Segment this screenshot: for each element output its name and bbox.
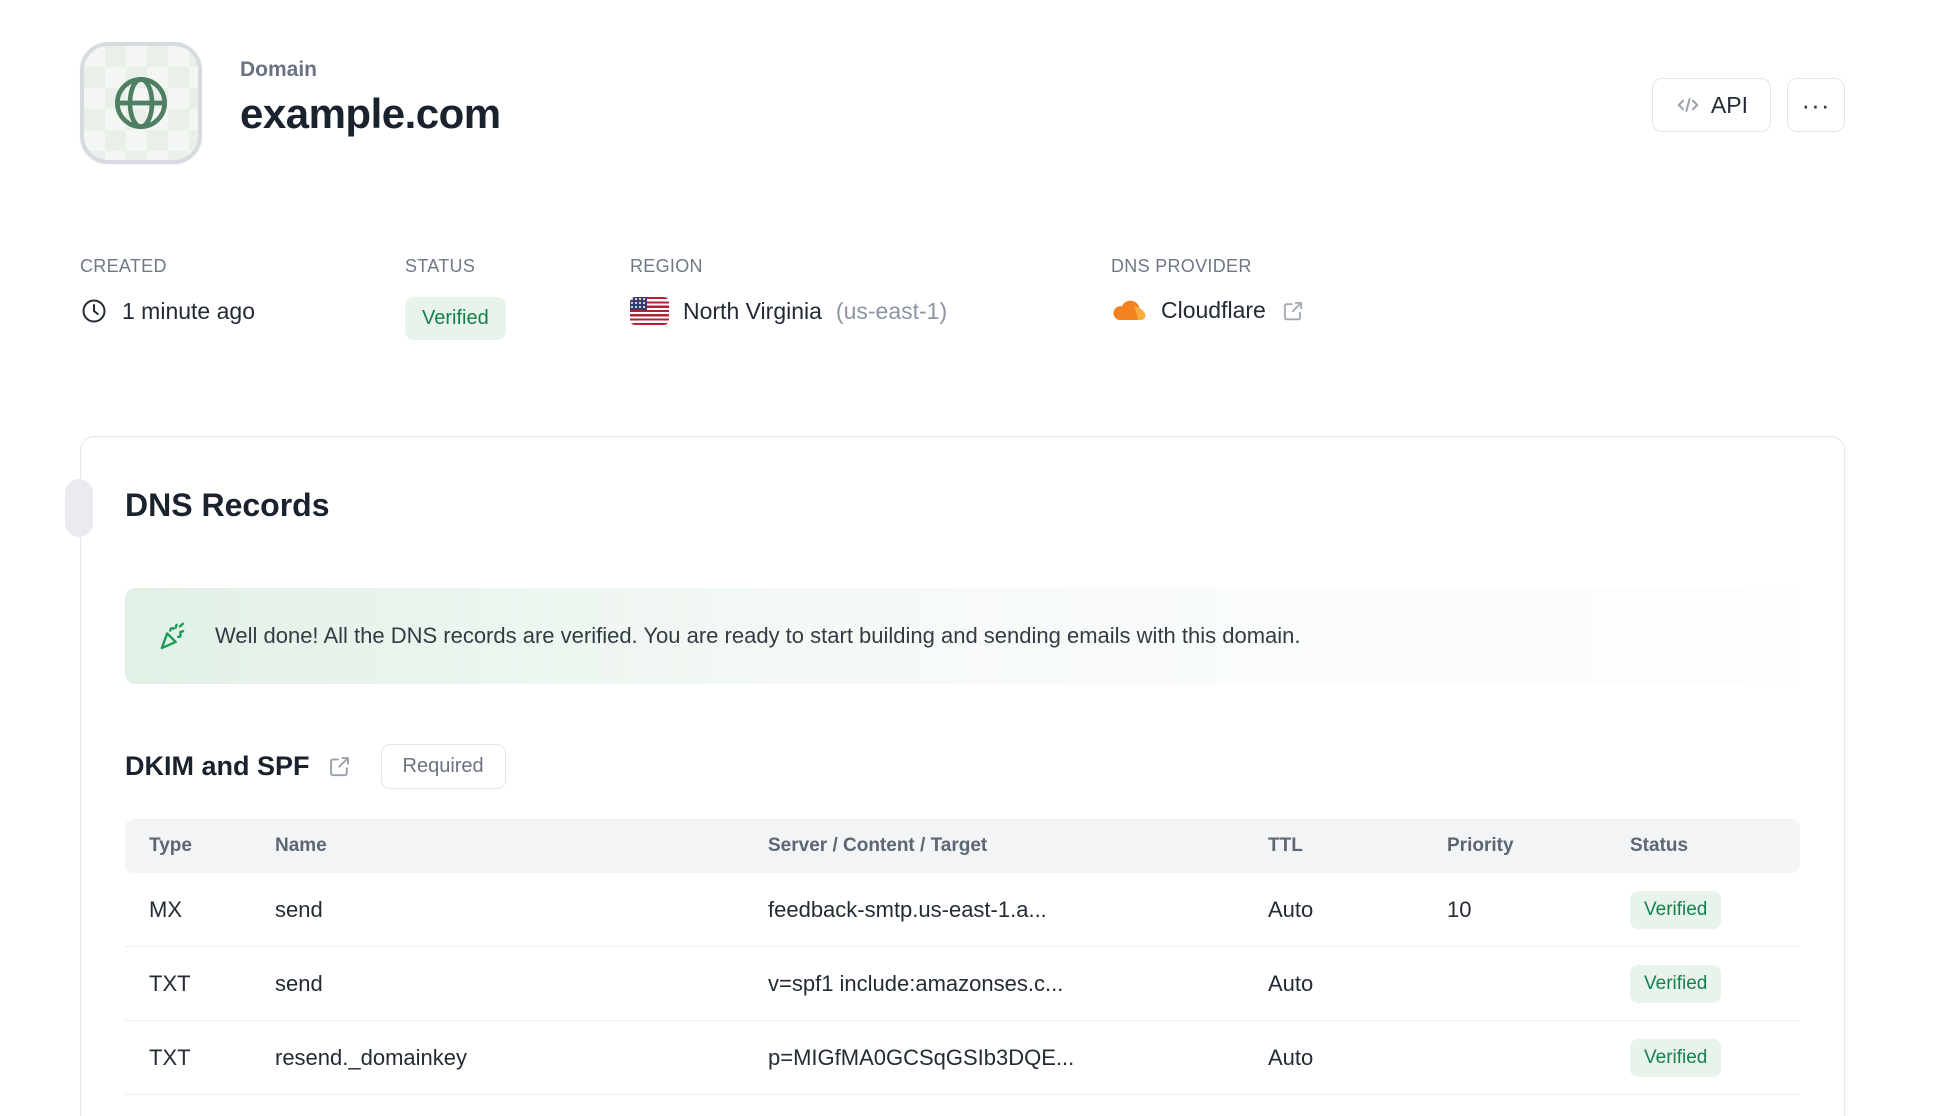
cell-ttl: Auto [1268,1044,1314,1070]
col-header-priority: Priority [1447,835,1514,856]
status-badge: Verified [1630,1038,1722,1077]
ellipsis-icon: ··· [1801,89,1831,120]
cell-type: MX [149,896,182,922]
cell-name: send [275,970,323,996]
status-label: STATUS [405,256,476,276]
header-actions: API ··· [1651,78,1845,132]
meta-created: CREATED 1 minute ago [80,256,405,340]
success-banner-text: Well done! All the DNS records are verif… [215,623,1301,648]
dns-records-card: DNS Records Well done! All the DNS recor… [65,436,1845,1116]
globe-icon [108,70,174,136]
cell-type: TXT [149,1044,191,1070]
col-header-name: Name [275,835,327,856]
region-value: North Virginia [683,297,822,324]
table-row[interactable]: TXT send v=spf1 include:amazonses.c... A… [125,947,1800,1021]
cell-ttl: Auto [1268,896,1314,922]
dkim-external-link-icon[interactable] [326,753,353,780]
title-block: Domain example.com [240,58,501,138]
required-badge: Required [380,744,506,789]
party-popper-icon [155,619,189,653]
domain-detail-page: Domain example.com API ··· CREATED 1 min… [0,0,1944,1116]
created-label: CREATED [80,256,167,276]
dkim-spf-title: DKIM and SPF [125,751,310,781]
external-link-icon[interactable] [1280,298,1306,324]
domain-avatar [80,42,202,164]
meta-status: STATUS Verified [405,256,630,340]
created-value: 1 minute ago [122,297,255,324]
col-header-content: Server / Content / Target [768,835,988,856]
card-side-tab [65,479,93,537]
api-button-label: API [1710,91,1748,118]
dns-records-table: Type Name Server / Content / Target TTL … [125,819,1800,1095]
status-badge: Verified [405,297,506,340]
cell-name: resend._domainkey [275,1044,468,1070]
col-header-type: Type [149,835,192,856]
cell-ttl: Auto [1268,970,1314,996]
clock-icon [80,297,108,325]
us-flag-icon [630,297,669,325]
domain-meta-row: CREATED 1 minute ago STATUS Verified REG… [80,256,1845,340]
code-icon [1675,92,1701,118]
api-button[interactable]: API [1651,78,1771,132]
region-label: REGION [630,256,703,276]
cell-content: v=spf1 include:amazonses.c... [768,970,1064,996]
meta-region: REGION North Virginia (us-east-1) [630,256,1111,340]
status-badge: Verified [1630,964,1722,1003]
meta-dns-provider: DNS PROVIDER Cloudflare [1111,256,1306,340]
col-header-status: Status [1630,835,1689,856]
cell-content: p=MIGfMA0GCSqGSIb3DQE... [768,1044,1075,1070]
cell-priority: 10 [1447,896,1472,922]
cell-name: send [275,896,323,922]
table-header-row: Type Name Server / Content / Target TTL … [125,819,1800,873]
page-title: example.com [240,90,501,137]
dns-provider-value[interactable]: Cloudflare [1161,297,1266,324]
table-row[interactable]: MX send feedback-smtp.us-east-1.a... Aut… [125,873,1800,947]
success-banner: Well done! All the DNS records are verif… [125,588,1800,684]
more-options-button[interactable]: ··· [1787,78,1845,132]
region-code: (us-east-1) [835,297,948,324]
status-badge: Verified [1630,890,1722,929]
dns-records-title: DNS Records [125,487,330,523]
cell-type: TXT [149,970,191,996]
page-header: Domain example.com API ··· [80,42,1845,164]
dns-provider-label: DNS PROVIDER [1111,256,1252,276]
table-row[interactable]: TXT resend._domainkey p=MIGfMA0GCSqGSIb3… [125,1021,1800,1095]
page-kicker: Domain [240,58,318,81]
cloudflare-icon [1111,298,1147,324]
col-header-ttl: TTL [1268,835,1303,856]
dkim-spf-section-head: DKIM and SPF Required [125,744,1800,789]
cell-content: feedback-smtp.us-east-1.a... [768,896,1047,922]
